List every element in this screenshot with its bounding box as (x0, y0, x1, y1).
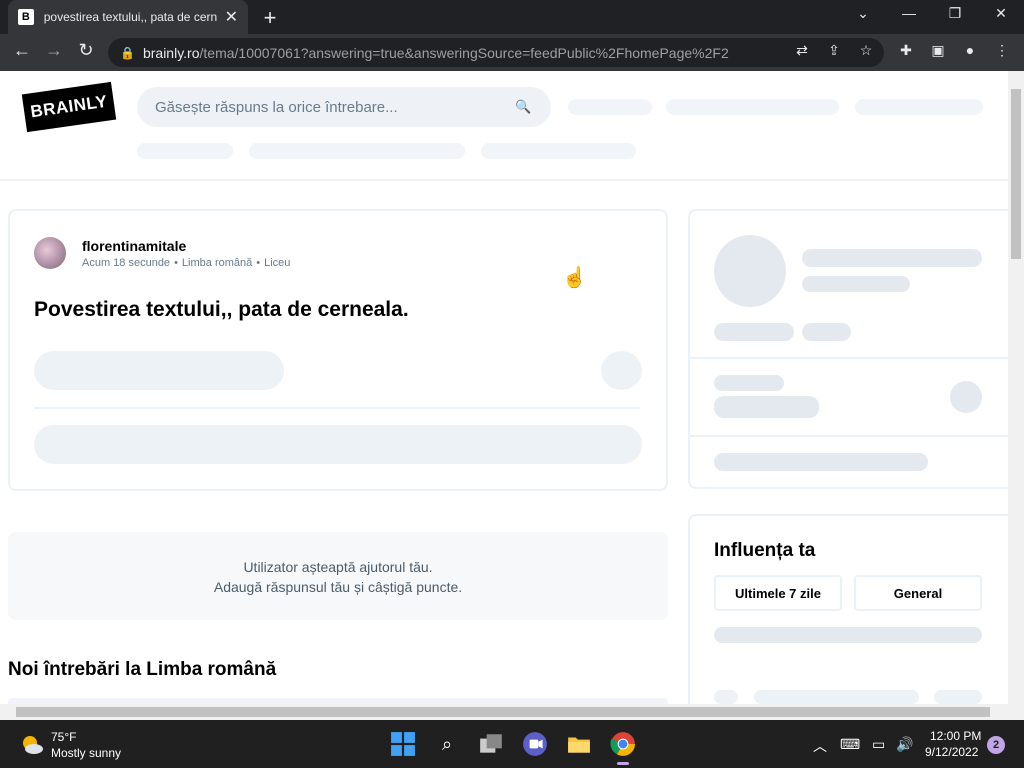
lock-icon: 🔒 (120, 45, 135, 60)
card-divider (34, 407, 640, 409)
display-icon[interactable]: ▭ (872, 736, 885, 753)
forward-icon[interactable]: → (42, 40, 66, 61)
profile-divider (690, 357, 1008, 359)
back-icon[interactable]: ← (10, 40, 34, 61)
answer-placeholder (34, 425, 642, 464)
tab-close-icon[interactable]: ✕ (225, 7, 238, 27)
hand-cursor-icon: ☝ (562, 267, 587, 289)
influence-placeholder (934, 690, 982, 704)
windows-taskbar (0, 720, 1024, 768)
username[interactable]: florentinamitale (82, 238, 186, 254)
side-panel-icon[interactable]: ▣ (928, 42, 948, 59)
last-7-days-button[interactable]: Ultimele 7 zile (714, 575, 842, 611)
browser-toolbar: ← → ↻ 🔒 brainly.ro/tema/10007061?answeri… (0, 34, 1024, 71)
horizontal-scrollbar-thumb[interactable] (16, 707, 990, 717)
translate-icon[interactable]: ⇄ (792, 42, 812, 59)
profile-placeholder (714, 396, 819, 418)
influence-placeholder (754, 690, 919, 704)
question-time: Acum 18 secunde (82, 257, 171, 269)
restore-button[interactable]: ❐ (943, 5, 967, 22)
profile-placeholder (802, 249, 982, 267)
question-level: Liceu (264, 257, 291, 269)
profile-placeholder (714, 453, 928, 471)
question-subject[interactable]: Limba română (182, 257, 252, 269)
minimize-button[interactable]: — (897, 5, 921, 21)
tab-title: povestirea textului,, pata de cerne (43, 10, 217, 24)
window-close-button[interactable]: ✕ (989, 5, 1013, 22)
new-tab-button[interactable]: + (258, 5, 282, 31)
avatar[interactable] (34, 237, 66, 269)
brainly-favicon-icon: B (18, 9, 34, 25)
nav-placeholder (568, 99, 652, 115)
task-view-icon[interactable] (478, 731, 504, 757)
browser-tab[interactable]: B povestirea textului,, pata de cerne ✕ (8, 0, 248, 34)
profile-avatar-placeholder (714, 235, 786, 307)
profile-placeholder (950, 381, 982, 413)
weather-temperature[interactable]: 75°F (51, 730, 76, 744)
search-input[interactable]: Găsește răspuns la orice întrebare... 🔍 (137, 87, 551, 127)
profile-placeholder (714, 375, 784, 391)
menu-icon[interactable]: ⋮ (992, 42, 1012, 59)
keyboard-icon[interactable]: ⌨ (840, 736, 860, 753)
extensions-icon[interactable]: ✚ (896, 42, 916, 59)
header-divider (0, 179, 1008, 181)
search-taskbar-icon[interactable]: ⌕ (434, 731, 460, 757)
clock-date[interactable]: 9/12/2022 (925, 745, 978, 759)
share-icon[interactable]: ⇪ (824, 42, 844, 59)
profile-placeholder (802, 323, 851, 341)
button-placeholder (34, 351, 284, 390)
file-explorer-icon[interactable] (566, 731, 592, 757)
profile-placeholder (802, 276, 910, 292)
teams-chat-icon[interactable] (522, 731, 548, 757)
chrome-icon[interactable] (610, 731, 636, 757)
profile-divider (690, 435, 1008, 437)
general-button[interactable]: General (854, 575, 982, 611)
reload-icon[interactable]: ↻ (74, 40, 98, 61)
nav-placeholder (137, 143, 233, 159)
tab-search-icon[interactable]: ⌄ (851, 5, 875, 22)
profile-placeholder (714, 323, 794, 341)
vertical-scrollbar-thumb[interactable] (1011, 89, 1021, 259)
nav-placeholder (666, 99, 839, 115)
bookmark-star-icon[interactable]: ☆ (856, 42, 876, 59)
notification-badge[interactable]: 2 (987, 736, 1005, 754)
influence-placeholder (714, 690, 738, 704)
browser-tab-bar: B povestirea textului,, pata de cerne ✕ … (0, 0, 1024, 34)
profile-icon[interactable]: ● (960, 42, 980, 58)
tray-chevron-icon[interactable]: ︿ (813, 736, 827, 756)
weather-sun-icon[interactable] (20, 733, 44, 757)
windows-start-icon[interactable] (390, 731, 416, 757)
vertical-scrollbar[interactable] (1008, 71, 1024, 704)
url-text: brainly.ro/tema/10007061?answering=true&… (142, 44, 729, 61)
icon-placeholder (601, 351, 642, 390)
question-meta: Acum 18 secunde • Limba română • Liceu (82, 257, 291, 269)
search-placeholder: Găsește răspuns la orice întrebare... (155, 98, 398, 116)
question-title: Povestirea textului,, pata de cerneala. (34, 298, 409, 321)
influence-placeholder (714, 627, 982, 643)
nav-placeholder (481, 143, 636, 159)
weather-description[interactable]: Mostly sunny (51, 746, 121, 760)
nav-placeholder (249, 143, 465, 159)
volume-icon[interactable]: 🔊 (896, 736, 913, 753)
waiting-line-2: Adaugă răspunsul tău și câștigă puncte. (213, 579, 463, 595)
horizontal-scrollbar[interactable] (0, 704, 1024, 720)
waiting-line-1: Utilizator așteaptă ajutorul tău. (243, 559, 433, 575)
nav-placeholder (855, 99, 983, 115)
waiting-message: Utilizator așteaptă ajutorul tău. Adaugă… (8, 532, 668, 620)
influence-heading: Influența ta (714, 540, 816, 561)
new-questions-heading: Noi întrebări la Limba română (8, 659, 277, 680)
search-icon[interactable]: 🔍 (515, 99, 531, 115)
clock-time[interactable]: 12:00 PM (930, 729, 981, 743)
address-bar[interactable]: 🔒 brainly.ro/tema/10007061?answering=tru… (108, 38, 884, 67)
active-app-indicator (617, 762, 629, 765)
